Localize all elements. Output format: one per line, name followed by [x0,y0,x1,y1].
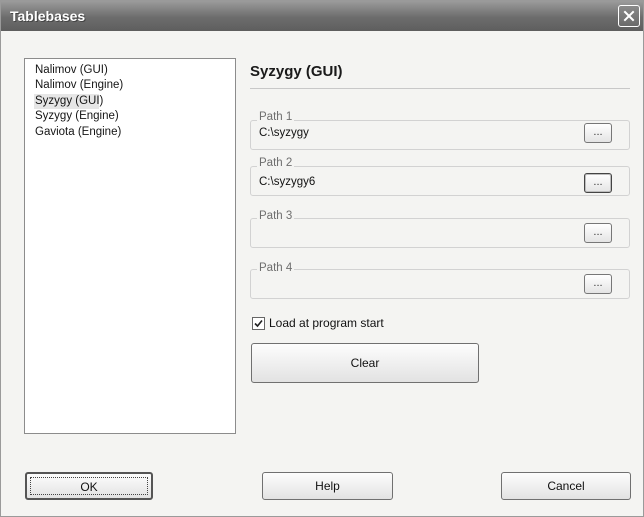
path-1-value[interactable]: C:\syzygy [259,127,309,139]
list-item-syzygy-gui[interactable]: Syzygy (GUI) [34,93,103,110]
tablebases-dialog: Tablebases Nalimov (GUI) Nalimov (Engine… [0,0,644,517]
tablebase-list[interactable]: Nalimov (GUI) Nalimov (Engine) Syzygy (G… [24,58,236,434]
list-item-nalimov-gui[interactable]: Nalimov (GUI) [34,63,235,78]
path-4-group [250,269,630,299]
close-icon [623,10,635,22]
help-button[interactable]: Help [262,472,393,500]
path-2-browse-button[interactable]: ... [584,173,612,193]
path-1-label: Path 1 [257,111,295,123]
window-title: Tablebases [10,8,86,24]
list-item-nalimov-engine[interactable]: Nalimov (Engine) [34,78,235,93]
clear-button[interactable]: Clear [251,343,479,383]
panel-title: Syzygy (GUI) [250,63,343,80]
close-button[interactable] [618,5,640,27]
path-3-group [250,218,630,248]
title-divider [250,88,630,89]
checkmark-icon [254,319,263,328]
focus-ring [30,477,148,495]
cancel-button[interactable]: Cancel [501,472,631,500]
path-4-label: Path 4 [257,262,295,274]
list-item-gaviota-engine[interactable]: Gaviota (Engine) [34,125,235,140]
title-bar[interactable]: Tablebases [1,1,643,31]
path-4-browse-button[interactable]: ... [584,274,612,294]
path-2-label: Path 2 [257,157,295,169]
path-2-value[interactable]: C:\syzygy6 [259,176,315,188]
load-at-start-checkbox[interactable] [252,317,265,330]
path-3-label: Path 3 [257,210,295,222]
list-item-syzygy-engine[interactable]: Syzygy (Engine) [34,109,235,124]
path-3-browse-button[interactable]: ... [584,223,612,243]
load-at-start-label[interactable]: Load at program start [269,316,384,330]
ok-button[interactable]: OK [25,472,153,500]
path-1-browse-button[interactable]: ... [584,123,612,143]
